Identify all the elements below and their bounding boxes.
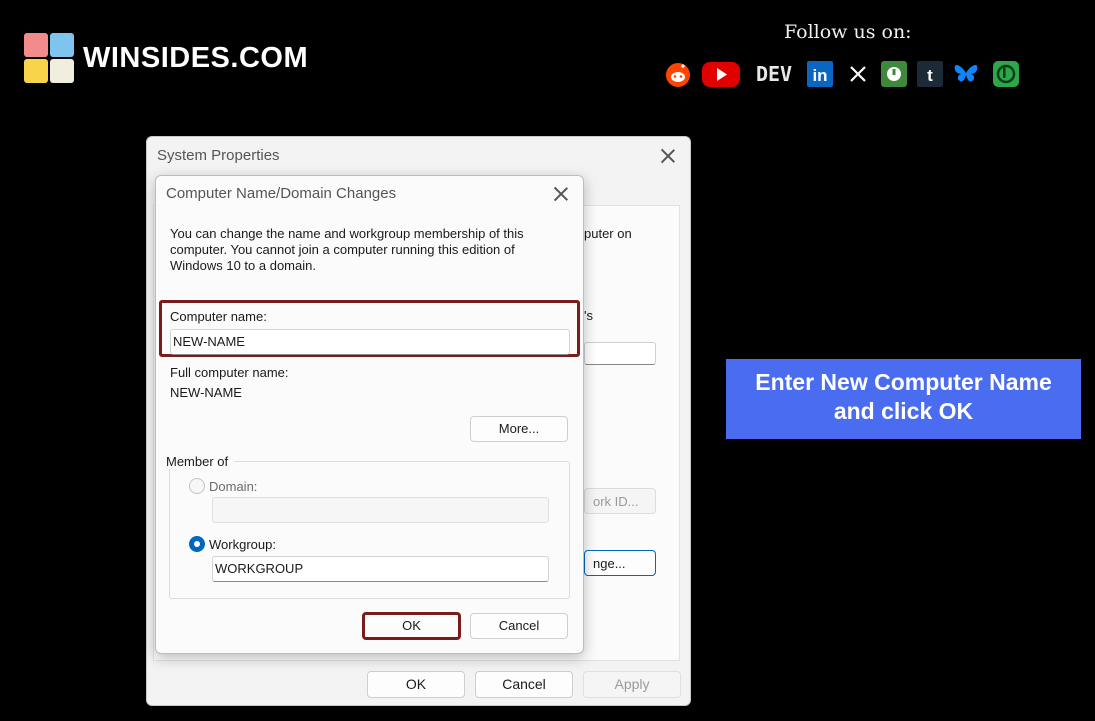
ok-button[interactable]: OK: [367, 671, 465, 698]
cancel-button[interactable]: Cancel: [475, 671, 573, 698]
workgroup-label: Workgroup:: [209, 537, 276, 552]
threads-icon[interactable]: [880, 59, 908, 89]
description-fragment: puter on: [584, 226, 632, 241]
callout-line-1: Enter New Computer Name: [755, 369, 1052, 395]
dev-icon[interactable]: DEV: [752, 59, 796, 89]
ok-button[interactable]: OK: [362, 612, 461, 640]
tumblr-icon[interactable]: t: [916, 59, 944, 89]
winsides-logo: [24, 33, 76, 85]
domain-radio[interactable]: [189, 478, 205, 494]
network-id-button[interactable]: ork ID...: [584, 488, 656, 514]
bookmark-icon[interactable]: [992, 59, 1020, 89]
workgroup-input[interactable]: WORKGROUP: [212, 556, 549, 582]
bluesky-icon[interactable]: [952, 59, 980, 89]
computer-description-field[interactable]: [584, 342, 656, 365]
window-title: System Properties: [157, 147, 280, 164]
dialog-description: You can change the name and workgroup me…: [170, 226, 524, 273]
full-computer-name-label: Full computer name:: [170, 365, 289, 380]
text-fragment: 's: [584, 308, 593, 323]
close-icon[interactable]: [658, 146, 678, 166]
x-icon[interactable]: [844, 59, 872, 89]
logo-square-red: [24, 33, 48, 57]
callout-line-2: and click OK: [833, 398, 974, 424]
close-icon[interactable]: [551, 184, 571, 204]
svg-text:t: t: [927, 66, 933, 85]
dialog-title: Computer Name/Domain Changes: [166, 185, 397, 202]
change-button[interactable]: nge...: [584, 550, 656, 576]
more-button[interactable]: More...: [470, 416, 568, 442]
reddit-icon[interactable]: [664, 59, 692, 89]
site-name: WINSIDES.COM: [83, 42, 309, 74]
svg-text:in: in: [812, 66, 827, 85]
domain-input: [212, 497, 549, 523]
instruction-callout: Enter New Computer Name and click OK: [726, 359, 1081, 439]
member-of-label: Member of: [164, 454, 235, 469]
computer-name-label: Computer name:: [170, 309, 267, 324]
logo-square-cream: [50, 59, 74, 83]
full-computer-name-value: NEW-NAME: [170, 385, 242, 400]
youtube-icon[interactable]: [701, 59, 741, 89]
apply-button[interactable]: Apply: [583, 671, 681, 698]
domain-label: Domain:: [209, 479, 258, 494]
cancel-button[interactable]: Cancel: [470, 613, 568, 639]
workgroup-radio[interactable]: [189, 536, 205, 552]
computer-name-input[interactable]: NEW-NAME: [170, 329, 570, 355]
computer-name-dialog: Computer Name/Domain Changes You can cha…: [155, 175, 584, 654]
logo-square-blue: [50, 33, 74, 57]
linkedin-icon[interactable]: in: [806, 59, 834, 89]
follow-label: Follow us on:: [784, 21, 912, 43]
logo-square-yellow: [24, 59, 48, 83]
